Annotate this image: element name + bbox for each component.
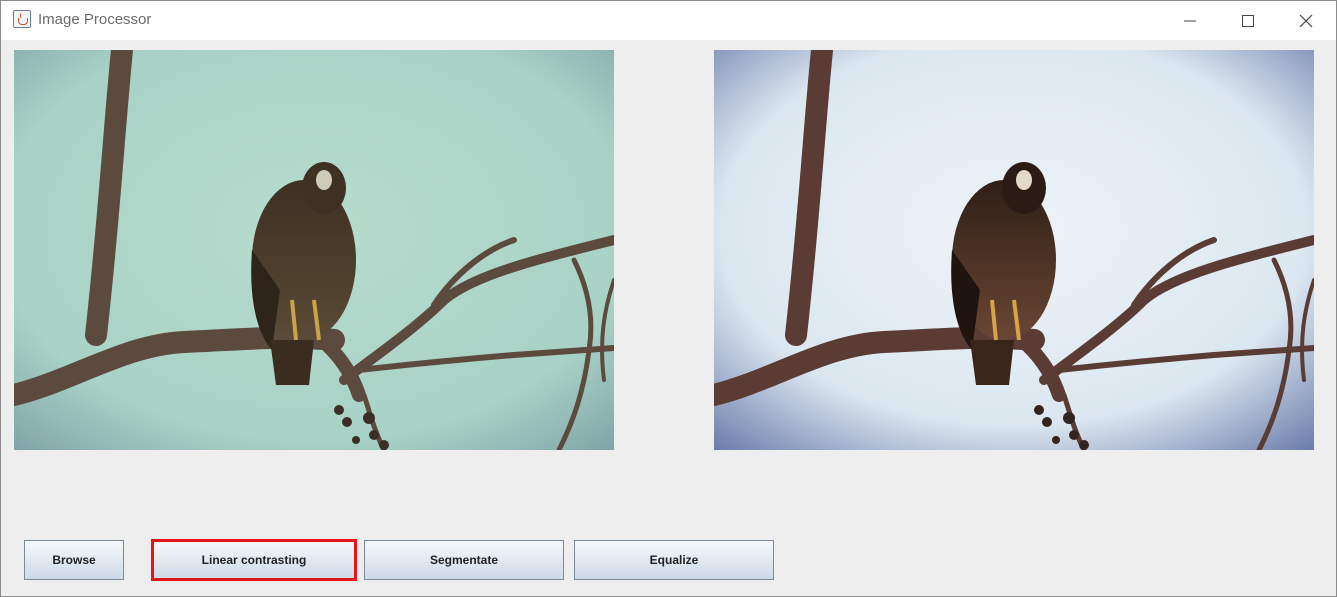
close-button[interactable] [1277,1,1335,40]
equalize-button[interactable]: Equalize [574,540,774,580]
minimize-icon [1184,20,1196,22]
close-icon [1299,14,1313,28]
maximize-icon [1242,15,1254,27]
window-title: Image Processor [38,11,152,28]
app-window: Image Processor Browse Linear contrastin… [0,0,1337,597]
segmentate-button[interactable]: Segmentate [364,540,564,580]
browse-button[interactable]: Browse [24,540,124,580]
java-app-icon [13,10,31,28]
title-bar[interactable]: Image Processor [1,1,1336,40]
minimize-button[interactable] [1161,1,1219,40]
linear-contrasting-button[interactable]: Linear contrasting [153,540,355,580]
maximize-button[interactable] [1219,1,1277,40]
processed-image [714,50,1314,450]
original-image [14,50,614,450]
